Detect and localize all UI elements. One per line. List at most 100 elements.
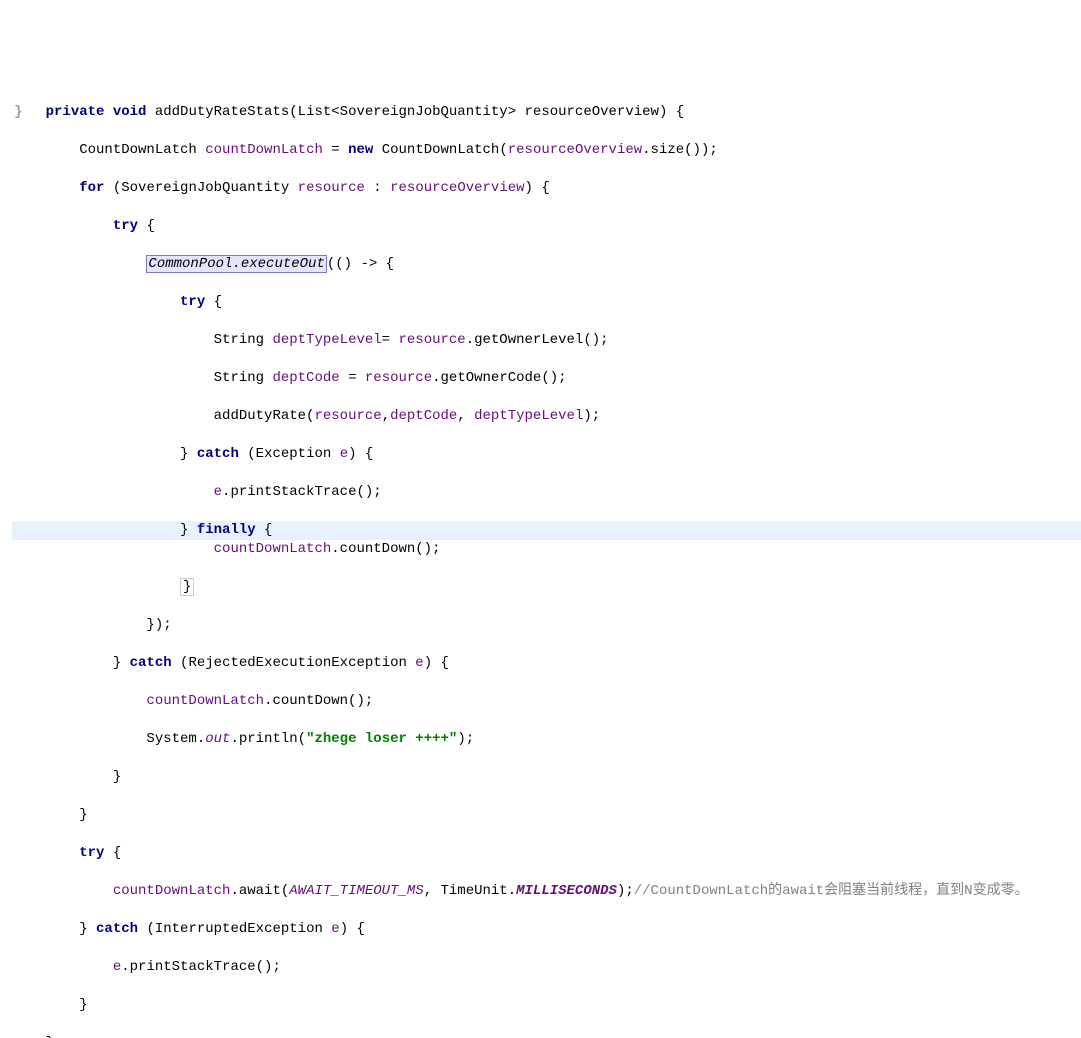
code-line: System.out.println("zhege loser ++++"); — [12, 730, 1081, 749]
punct: } — [79, 807, 87, 823]
method-call: addDutyRate( — [214, 408, 315, 424]
variable: deptTypeLevel — [474, 408, 583, 424]
variable: resourceOverview — [508, 142, 642, 158]
punct: : — [365, 180, 390, 196]
punct: ( — [289, 104, 297, 120]
code-line: e.printStackTrace(); — [12, 483, 1081, 502]
code-line: } catch (Exception e) { — [12, 445, 1081, 464]
enum-constant: MILLISECONDS — [516, 883, 617, 899]
punct: } — [79, 921, 96, 937]
variable: deptCode — [390, 408, 457, 424]
code-line: CountDownLatch countDownLatch = new Coun… — [12, 141, 1081, 160]
variable: deptCode — [272, 370, 339, 386]
punct: = — [382, 332, 399, 348]
param-name: resourceOverview — [525, 104, 659, 120]
highlighted-call: CommonPool.executeOut — [146, 255, 326, 273]
punct: ) { — [348, 446, 373, 462]
punct: ) { — [424, 655, 449, 671]
code-line: try { — [12, 844, 1081, 863]
method-call: .await( — [230, 883, 289, 899]
punct: .getOwnerLevel(); — [466, 332, 609, 348]
code-line: try { — [12, 217, 1081, 236]
punct: (InterruptedException — [138, 921, 331, 937]
punct: } — [46, 1035, 54, 1038]
punct: } — [180, 522, 197, 538]
code-line: CommonPool.executeOut(() -> { — [12, 255, 1081, 274]
code-line: e.printStackTrace(); — [12, 958, 1081, 977]
punct: = — [340, 370, 365, 386]
keyword-private: private — [46, 104, 105, 120]
punct: .printStackTrace(); — [222, 484, 382, 500]
punct: = — [323, 142, 348, 158]
code-line: } catch (RejectedExecutionException e) { — [12, 654, 1081, 673]
punct: { — [138, 218, 155, 234]
variable: e — [415, 655, 423, 671]
keyword-catch: catch — [130, 655, 172, 671]
keyword-catch: catch — [96, 921, 138, 937]
variable: e — [113, 959, 121, 975]
variable: resource — [314, 408, 381, 424]
punct: (SovereignJobQuantity — [104, 180, 297, 196]
code-line: }); — [12, 616, 1081, 635]
code-line: } — [12, 578, 1081, 597]
punct: .countDown(); — [331, 541, 440, 557]
variable: deptTypeLevel — [272, 332, 381, 348]
punct: .getOwnerCode(); — [432, 370, 566, 386]
code-line: } — [12, 996, 1081, 1015]
code-line: } — [12, 1034, 1081, 1038]
code-line: } catch (InterruptedException e) { — [12, 920, 1081, 939]
variable: e — [331, 921, 339, 937]
punct: } — [79, 997, 87, 1013]
variable: countDownLatch — [214, 541, 332, 557]
punct: }); — [146, 617, 171, 633]
punct: { — [104, 845, 121, 861]
method-ref: executeOut — [241, 256, 325, 272]
punct: .size()); — [642, 142, 718, 158]
variable: resource — [398, 332, 465, 348]
punct: . — [232, 256, 240, 272]
punct: , — [382, 408, 390, 424]
punct: ) { — [340, 921, 365, 937]
punct: , TimeUnit. — [424, 883, 516, 899]
code-line: countDownLatch.await(AWAIT_TIMEOUT_MS, T… — [12, 882, 1081, 901]
class-ref: CommonPool — [148, 256, 232, 272]
constant: AWAIT_TIMEOUT_MS — [289, 883, 423, 899]
punct: ) { — [659, 104, 684, 120]
punct: ); — [583, 408, 600, 424]
code-line: for (SovereignJobQuantity resource : res… — [12, 179, 1081, 198]
keyword-try: try — [180, 294, 205, 310]
variable: e — [340, 446, 348, 462]
code-line-highlighted: } finally { — [12, 521, 1081, 540]
variable: resource — [365, 370, 432, 386]
class-ref: System. — [146, 731, 205, 747]
keyword-try: try — [113, 218, 138, 234]
punct: ); — [457, 731, 474, 747]
code-line: } — [12, 806, 1081, 825]
type: CountDownLatch — [79, 142, 197, 158]
keyword-catch: catch — [197, 446, 239, 462]
punct: { — [256, 522, 273, 538]
punct: .printStackTrace(); — [121, 959, 281, 975]
variable: resource — [298, 180, 365, 196]
string-literal: "zhege loser ++++" — [306, 731, 457, 747]
code-line: String deptTypeLevel= resource.getOwnerL… — [12, 331, 1081, 350]
punct: { — [205, 294, 222, 310]
param-type: List<SovereignJobQuantity> — [298, 104, 516, 120]
variable: resourceOverview — [390, 180, 524, 196]
gutter-mark: } — [14, 103, 22, 122]
keyword-new: new — [348, 142, 373, 158]
keyword-finally: finally — [197, 522, 256, 538]
code-line: } — [12, 768, 1081, 787]
punct: ) { — [525, 180, 550, 196]
punct: } — [113, 769, 121, 785]
comment: //CountDownLatch的await会阻塞当前线程，直到N变成零。 — [634, 883, 1029, 899]
type: String — [214, 370, 273, 386]
method-name: addDutyRateStats — [155, 104, 289, 120]
punct: } — [180, 446, 197, 462]
static-field: out — [205, 731, 230, 747]
code-line: } private void addDutyRateStats(List<Sov… — [12, 103, 1081, 122]
brace-marked: } — [180, 578, 194, 596]
punct: , — [457, 408, 474, 424]
punct: (RejectedExecutionException — [172, 655, 416, 671]
method-call: .println( — [230, 731, 306, 747]
